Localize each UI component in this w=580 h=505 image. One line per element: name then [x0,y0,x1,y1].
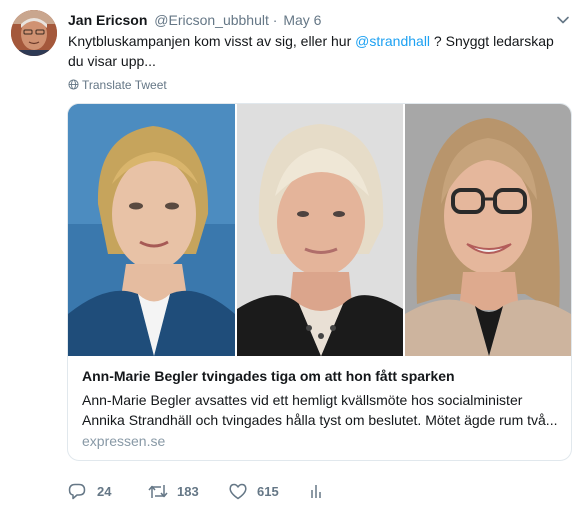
card-title: Ann-Marie Begler tvingades tiga om att h… [82,368,455,384]
link-card[interactable]: Ann-Marie Begler tvingades tiga om att h… [67,103,572,461]
avatar[interactable] [11,10,57,56]
globe-icon [68,79,79,90]
retweet-count: 183 [177,484,199,499]
translate-label: Translate Tweet [82,78,167,92]
tweet-date[interactable]: May 6 [283,12,321,28]
card-images [68,104,571,356]
analytics-icon [311,485,321,498]
tweet-text: Knytbluskampanjen kom visst av sig, elle… [68,31,573,71]
card-photo-2 [237,104,403,356]
card-description: Ann-Marie Begler avsattes vid ett hemlig… [82,390,562,430]
separator-dot: · [272,12,278,28]
reply-icon [68,483,86,500]
tweet-actions: 24 183 615 [68,478,348,504]
chevron-down-icon [557,16,569,24]
tweet-header: Jan Ericson @Ericson_ubbhult · May 6 [68,11,321,29]
card-description-line-1: Ann-Marie Begler avsattes vid ett hemlig… [82,392,523,408]
tweet-options-button[interactable] [555,12,571,28]
tweet: Jan Ericson @Ericson_ubbhult · May 6 Kny… [0,0,580,505]
tweet-text-before: Knytbluskampanjen kom visst av sig, elle… [68,33,356,49]
card-domain: expressen.se [82,433,166,449]
reply-count: 24 [97,484,112,499]
card-description-line-2: Annika Strandhäll och tvingades hålla ty… [82,412,558,428]
card-photo-3 [405,104,571,356]
avatar-image [11,10,57,56]
retweet-icon [148,485,168,498]
like-count: 615 [257,484,279,499]
heart-icon [229,483,247,500]
card-photo-1 [68,104,235,356]
author-handle[interactable]: @Ericson_ubbhult [154,12,269,28]
author-name[interactable]: Jan Ericson [68,12,147,28]
mention-link[interactable]: @strandhall [355,33,430,49]
translate-tweet-link[interactable]: Translate Tweet [68,76,167,94]
